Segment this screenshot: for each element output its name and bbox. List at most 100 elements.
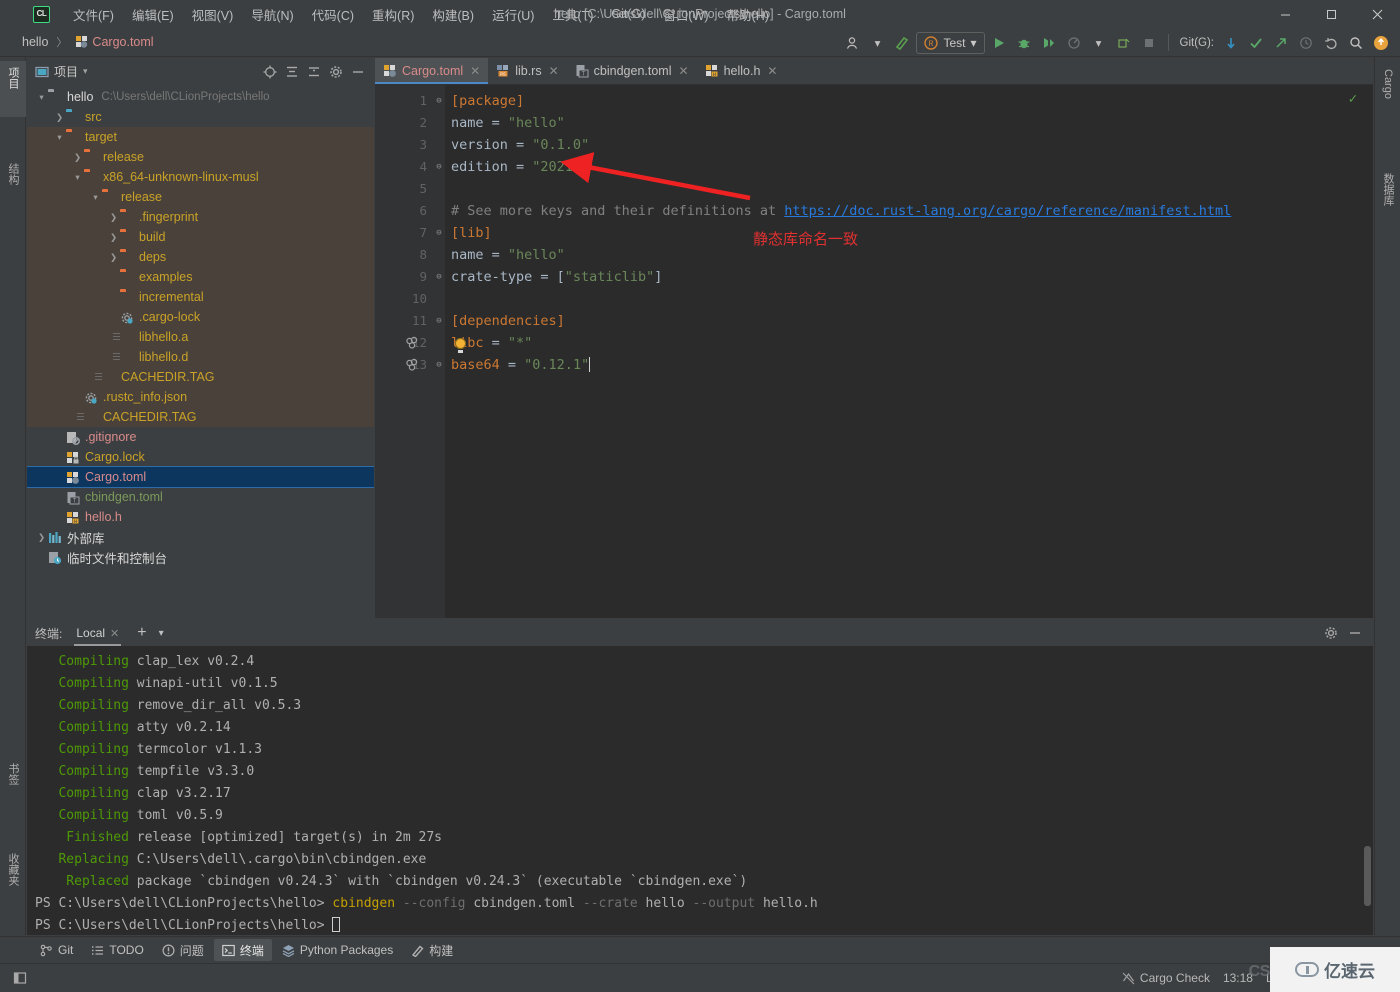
code-folding-column[interactable]: ⊖ ⊖ ⊖ ⊖ ⊖ ⊖ (433, 85, 445, 618)
cargo-crate-icon[interactable] (405, 332, 418, 349)
bottom-tab---[interactable]: 构建 (403, 939, 461, 961)
undo-icon[interactable] (1320, 32, 1342, 54)
gear-icon[interactable] (326, 62, 346, 82)
gutter-line-number[interactable]: 12 (375, 332, 433, 354)
tree-node-hello.h[interactable]: Hhello.h (27, 507, 374, 527)
collapse-all-icon[interactable] (304, 62, 324, 82)
tree-node-cargo.toml[interactable]: Cargo.toml (27, 466, 374, 488)
code-fold-marker[interactable]: ⊖ (433, 266, 445, 288)
sidebar-item-structure[interactable]: 结构 (0, 157, 26, 207)
tree-expand-arrow-icon[interactable]: ❯ (71, 152, 84, 163)
tree-node-[interactable]: ❯ 外部库 (27, 527, 374, 547)
git-commit-icon[interactable] (1245, 32, 1267, 54)
minimize-button[interactable] (1262, 0, 1308, 28)
sidebar-item-project[interactable]: 项目 (0, 61, 26, 117)
editor-tab-cargo-toml[interactable]: Cargo.toml ✕ (375, 58, 489, 84)
editor-scroll-gutter[interactable] (1359, 85, 1373, 618)
menu-git[interactable]: Git(G) (602, 3, 654, 25)
gutter-line-number[interactable]: 4 (375, 156, 433, 178)
code-fold-marker[interactable] (433, 200, 445, 222)
editor-tab-hello-h[interactable]: Hhello.h ✕ (697, 58, 786, 84)
code-line[interactable]: [lib] (445, 222, 1373, 244)
menu-build[interactable]: 构建(B) (423, 1, 483, 28)
code-fold-marker[interactable] (433, 332, 445, 354)
tree-node-release[interactable]: ❯ release (27, 147, 374, 167)
tree-node-cbindgen.toml[interactable]: Tcbindgen.toml (27, 487, 374, 507)
code-line[interactable]: edition = "2021" (445, 156, 1373, 178)
terminal-scrollbar[interactable] (1364, 846, 1371, 906)
cargo-crate-icon[interactable] (405, 354, 418, 371)
code-line[interactable]: name = "hello" (445, 112, 1373, 134)
tree-node-.fingerprint[interactable]: ❯ .fingerprint (27, 207, 374, 227)
tree-expand-arrow-icon[interactable]: ❯ (107, 252, 120, 263)
code-fold-marker[interactable] (433, 134, 445, 156)
cargo-check-status[interactable]: Cargo Check (1122, 971, 1210, 985)
sidebar-item-favorites[interactable]: 收藏夹 (0, 847, 26, 917)
bottom-tab---[interactable]: 终端 (213, 939, 272, 961)
tree-expand-arrow-icon[interactable]: ❯ (107, 232, 120, 243)
user-account-icon[interactable] (841, 32, 863, 54)
new-terminal-session-icon[interactable]: + (133, 624, 150, 642)
terminal-session-close-icon[interactable]: ✕ (110, 627, 119, 640)
project-panel-caret-icon[interactable]: ▾ (83, 66, 88, 77)
code-line[interactable]: libc = "*" (445, 332, 1373, 354)
breadcrumb-project[interactable]: hello (18, 33, 52, 51)
tree-node-cargo.lock[interactable]: Cargo.lock (27, 447, 374, 467)
bottom-tab---[interactable]: 问题 (154, 939, 212, 961)
gutter-line-number[interactable]: 13 (375, 354, 433, 376)
tree-node-build[interactable]: ❯ build (27, 227, 374, 247)
git-update-icon[interactable] (1220, 32, 1242, 54)
breadcrumb-file[interactable]: Cargo.toml (71, 33, 157, 51)
profile-caret-icon[interactable]: ▾ (1088, 32, 1110, 54)
menu-refactor[interactable]: 重构(R) (363, 1, 423, 28)
tree-expand-arrow-icon[interactable]: ▾ (89, 192, 102, 203)
tree-node-.rustc_info.json[interactable]: .rustc_info.json (27, 387, 374, 407)
tree-node-libhello.d[interactable]: libhello.d (27, 347, 374, 367)
code-fold-marker[interactable] (433, 244, 445, 266)
inspection-status-icon[interactable]: ✓ (1349, 91, 1357, 107)
editor-tab-close-icon[interactable]: ✕ (679, 64, 689, 78)
git-push-icon[interactable] (1270, 32, 1292, 54)
sidebar-item-database[interactable]: 数据库 (1375, 167, 1400, 227)
terminal-active-prompt[interactable]: PS C:\Users\dell\CLionProjects\hello> (35, 915, 1373, 935)
stop-button[interactable] (1138, 32, 1160, 54)
menu-navigate[interactable]: 导航(N) (242, 1, 302, 28)
code-line[interactable]: crate-type = ["staticlib"] (445, 266, 1373, 288)
terminal-settings-gear-icon[interactable] (1321, 623, 1341, 643)
editor-tab-close-icon[interactable]: ✕ (767, 64, 777, 78)
build-hammer-icon[interactable] (891, 32, 913, 54)
menu-help[interactable]: 帮助(H) (718, 1, 778, 28)
terminal-session-tab[interactable]: Local ✕ (70, 622, 125, 646)
close-button[interactable] (1354, 0, 1400, 28)
menu-tools[interactable]: 工具(T) (543, 1, 602, 28)
code-fold-marker[interactable] (433, 288, 445, 310)
run-configuration-selector[interactable]: R Test ▾ (916, 31, 985, 54)
editor-tab-cbindgen-toml[interactable]: Tcbindgen.toml ✕ (567, 58, 697, 84)
gutter-line-number[interactable]: 2 (375, 112, 433, 134)
terminal-sessions-caret-icon[interactable]: ▾ (159, 628, 164, 639)
code-line[interactable]: base64 = "0.12.1" (445, 354, 1373, 376)
code-line[interactable]: # See more keys and their definitions at… (445, 200, 1373, 222)
tree-expand-arrow-icon[interactable]: ▾ (35, 92, 48, 103)
menu-code[interactable]: 代码(C) (303, 1, 363, 28)
menu-run[interactable]: 运行(U) (483, 1, 543, 28)
select-opened-file-icon[interactable] (260, 62, 280, 82)
gutter-line-number[interactable]: 7 (375, 222, 433, 244)
tree-node-.gitignore[interactable]: .gitignore (27, 427, 374, 447)
gutter-line-number[interactable]: 8 (375, 244, 433, 266)
code-fold-marker[interactable]: ⊖ (433, 90, 445, 112)
code-line[interactable] (445, 178, 1373, 200)
menu-edit[interactable]: 编辑(E) (123, 1, 183, 28)
tree-node-deps[interactable]: ❯ deps (27, 247, 374, 267)
tree-node-cachedir.tag[interactable]: CACHEDIR.TAG (27, 367, 374, 387)
sidebar-item-cargo[interactable]: Cargo (1375, 63, 1400, 133)
toggle-tool-windows-icon[interactable] (10, 968, 30, 988)
tree-expand-arrow-icon[interactable]: ❯ (53, 112, 66, 123)
code-fold-marker[interactable]: ⊖ (433, 354, 445, 376)
code-line[interactable] (445, 288, 1373, 310)
tree-expand-arrow-icon[interactable]: ❯ (107, 212, 120, 223)
tree-node-cachedir.tag[interactable]: CACHEDIR.TAG (27, 407, 374, 427)
code-line[interactable]: name = "hello" (445, 244, 1373, 266)
terminal-hide-icon[interactable] (1345, 623, 1365, 643)
code-line[interactable]: [package] (445, 90, 1373, 112)
